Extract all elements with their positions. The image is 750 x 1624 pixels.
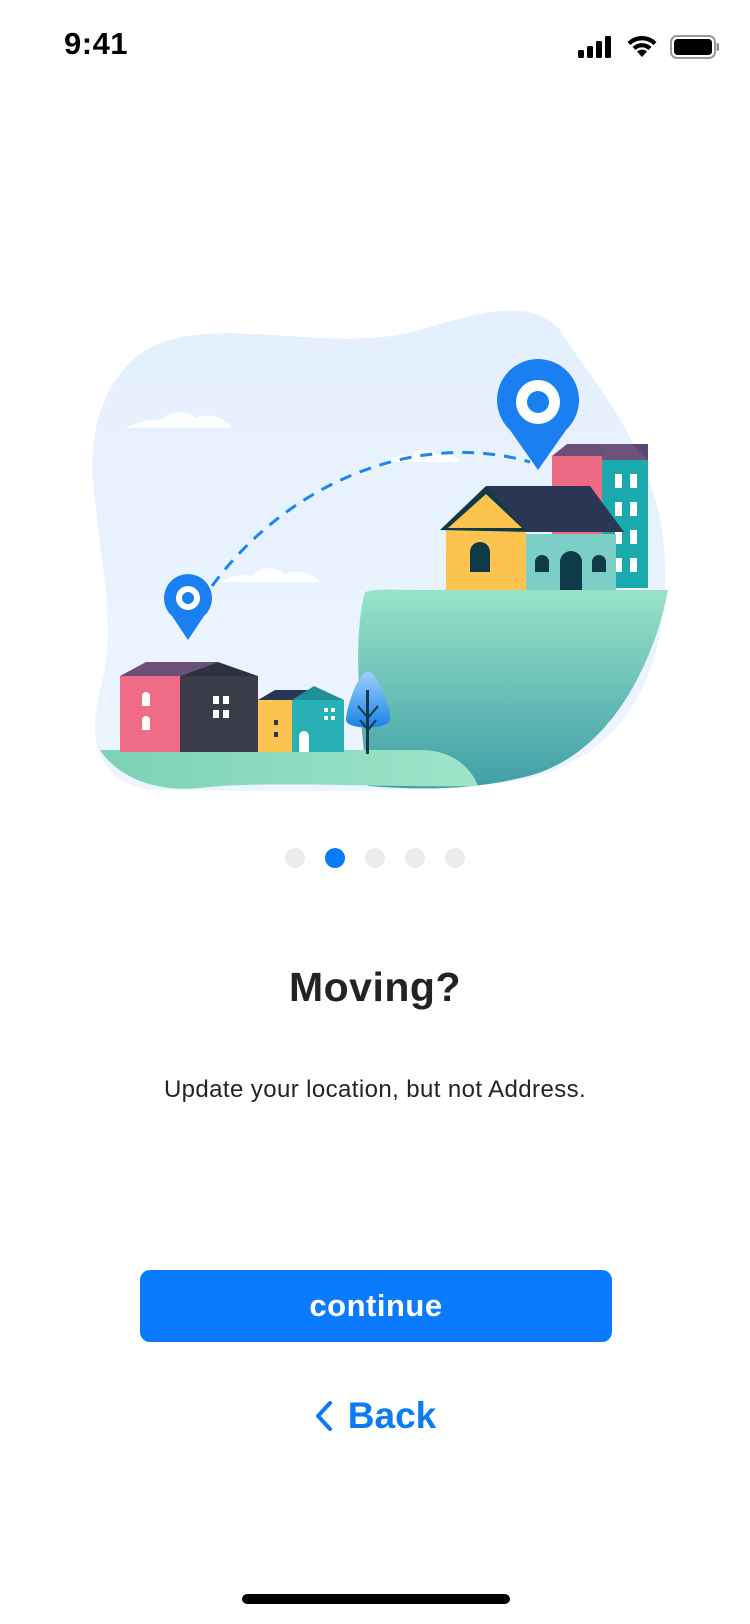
back-label: Back (347, 1395, 437, 1436)
chevron-left-icon (315, 1401, 332, 1431)
onboarding-subtitle: Update your location, but not Address. (163, 1076, 587, 1103)
page-dot-1[interactable] (285, 848, 305, 868)
back-button[interactable]: Back (0, 1386, 750, 1446)
wifi-icon (627, 35, 657, 57)
page-dot-2-active[interactable] (325, 848, 345, 868)
continue-button[interactable]: continue (140, 1270, 612, 1342)
home-indicator[interactable] (242, 1594, 510, 1604)
status-bar: 9:41 (0, 0, 750, 92)
status-icons (578, 32, 720, 62)
page-dot-3[interactable] (365, 848, 385, 868)
onboarding-title: Moving? (288, 964, 462, 1010)
pink-house (120, 662, 258, 752)
battery-icon (670, 35, 719, 59)
page-dot-5[interactable] (445, 848, 465, 868)
small-houses (258, 686, 344, 752)
status-time: 9:41 (64, 26, 129, 61)
page-dot-4[interactable] (405, 848, 425, 868)
pagination-dots (0, 848, 750, 868)
moving-houses-illustration (92, 310, 668, 792)
ground (100, 750, 478, 789)
signal-icon (578, 36, 611, 58)
